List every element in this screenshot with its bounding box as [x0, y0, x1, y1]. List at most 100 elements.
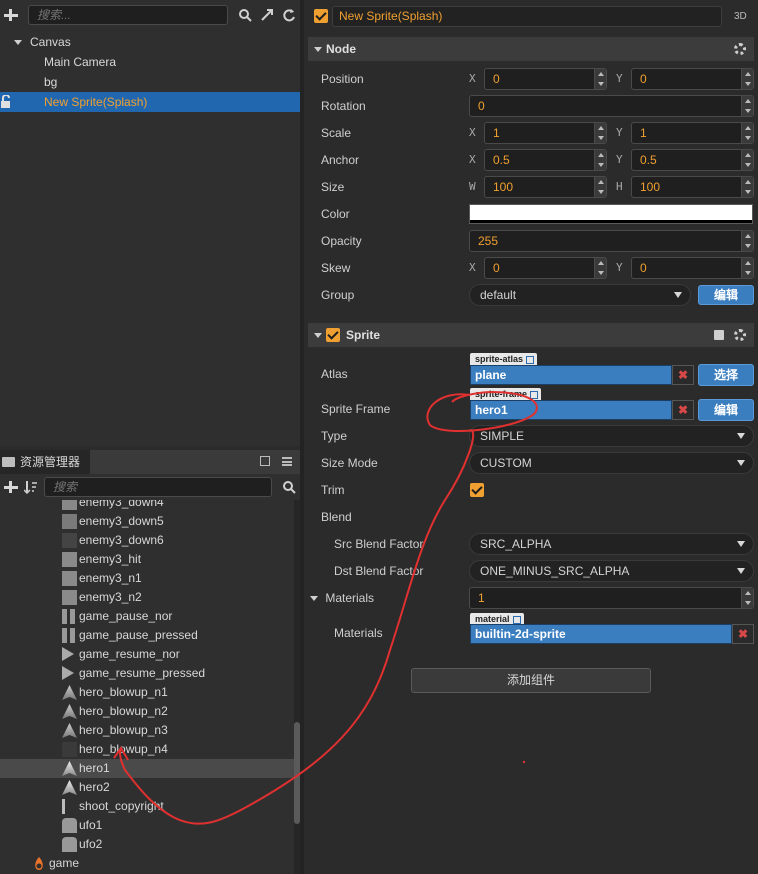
asset-item[interactable]: enemy3_down4	[0, 500, 294, 512]
stepper-icon[interactable]	[741, 177, 753, 197]
size-width-field[interactable]: 100	[484, 176, 607, 198]
scale-x-field[interactable]: 1	[484, 122, 607, 144]
gear-icon[interactable]	[734, 329, 746, 341]
src-blend-dropdown[interactable]: SRC_ALPHA	[469, 533, 754, 555]
skew-y-field[interactable]: 0	[631, 257, 754, 279]
group-edit-button[interactable]: 编辑	[698, 285, 754, 305]
search-icon[interactable]	[282, 480, 296, 494]
tree-node-canvas[interactable]: Canvas	[0, 32, 300, 52]
asset-item[interactable]: game_resume_pressed	[0, 664, 294, 683]
book-icon[interactable]	[714, 330, 724, 340]
asset-item[interactable]: enemy3_hit	[0, 550, 294, 569]
sprite-frame-asset-field[interactable]: hero1	[470, 400, 672, 420]
color-label: Color	[321, 207, 350, 221]
maximize-icon[interactable]	[260, 456, 270, 466]
skew-x-field[interactable]: 0	[484, 257, 607, 279]
unlock-icon[interactable]	[0, 94, 12, 109]
clear-icon[interactable]: ✖	[732, 624, 754, 644]
stepper-icon[interactable]	[594, 69, 606, 89]
refresh-icon[interactable]	[282, 8, 296, 22]
position-x-field[interactable]: 0	[484, 68, 607, 90]
stepper-icon[interactable]	[741, 123, 753, 143]
axis-label: W	[469, 180, 476, 193]
anchor-x-field[interactable]: 0.5	[484, 149, 607, 171]
collapse-caret-icon[interactable]	[314, 332, 322, 338]
search-icon[interactable]	[238, 8, 252, 22]
anchor-y-field[interactable]: 0.5	[631, 149, 754, 171]
size-mode-dropdown[interactable]: CUSTOM	[469, 452, 754, 474]
stepper-icon[interactable]	[594, 258, 606, 278]
trim-checkbox[interactable]	[470, 483, 484, 497]
tree-node-main-camera[interactable]: Main Camera	[0, 52, 300, 72]
rotation-field[interactable]: 0	[469, 95, 754, 117]
tree-node-label: Main Camera	[44, 55, 117, 69]
clear-icon[interactable]: ✖	[672, 365, 694, 385]
asset-item[interactable]: ufo1	[0, 816, 294, 835]
stepper-icon[interactable]	[741, 588, 753, 608]
asset-item[interactable]: hero_blowup_n1	[0, 683, 294, 702]
asset-item[interactable]: game_resume_nor	[0, 645, 294, 664]
asset-item[interactable]: enemy3_n1	[0, 569, 294, 588]
position-y-field[interactable]: 0	[631, 68, 754, 90]
asset-item[interactable]: hero_blowup_n2	[0, 702, 294, 721]
node-name-field[interactable]: New Sprite(Splash)	[332, 6, 722, 27]
tree-node-new-sprite[interactable]: New Sprite(Splash)	[0, 92, 300, 112]
stepper-icon[interactable]	[594, 150, 606, 170]
stepper-icon[interactable]	[594, 177, 606, 197]
asset-item[interactable]: enemy3_n2	[0, 588, 294, 607]
add-asset-icon[interactable]	[4, 480, 18, 494]
dst-blend-dropdown[interactable]: ONE_MINUS_SRC_ALPHA	[469, 560, 754, 582]
asset-item[interactable]: hero2	[0, 778, 294, 797]
asset-item[interactable]: hero_blowup_n3	[0, 721, 294, 740]
play-thumbnail-icon	[62, 647, 74, 661]
materials-count-label[interactable]: Materials	[310, 587, 374, 609]
collapse-icon[interactable]	[260, 8, 274, 22]
stepper-icon[interactable]	[741, 231, 753, 251]
clear-icon[interactable]: ✖	[672, 400, 694, 420]
sprite-frame-edit-button[interactable]: 编辑	[698, 399, 754, 421]
tab-assets[interactable]: 资源管理器	[0, 450, 91, 474]
node-active-checkbox[interactable]	[314, 9, 328, 23]
material-asset-field[interactable]: builtin-2d-sprite	[470, 624, 732, 644]
tree-node-bg[interactable]: bg	[0, 72, 300, 92]
node-section-header[interactable]: Node	[308, 37, 754, 61]
folder-item-game[interactable]: game	[0, 854, 294, 873]
stepper-icon[interactable]	[741, 150, 753, 170]
asset-item[interactable]: game_pause_nor	[0, 607, 294, 626]
stepper-icon[interactable]	[594, 123, 606, 143]
sprite-enabled-checkbox[interactable]	[326, 328, 340, 342]
collapse-caret-icon[interactable]	[314, 46, 322, 52]
asset-item[interactable]: enemy3_down6	[0, 531, 294, 550]
collapse-caret-icon[interactable]	[310, 596, 318, 602]
sprite-thumbnail-icon	[62, 571, 77, 586]
assets-search-input[interactable]	[44, 477, 272, 497]
asset-item[interactable]: enemy3_down5	[0, 512, 294, 531]
sprite-section-header[interactable]: Sprite	[308, 323, 754, 347]
sort-icon[interactable]	[23, 480, 38, 495]
atlas-asset-field[interactable]: plane	[470, 365, 672, 385]
hierarchy-search-input[interactable]	[28, 5, 228, 25]
type-dropdown[interactable]: SIMPLE	[469, 425, 754, 447]
scale-y-field[interactable]: 1	[631, 122, 754, 144]
asset-item-hero1[interactable]: hero1	[0, 759, 294, 778]
add-component-button[interactable]: 添加组件	[411, 668, 651, 693]
asset-item[interactable]: game_pause_pressed	[0, 626, 294, 645]
group-dropdown[interactable]: default	[469, 284, 691, 306]
stepper-icon[interactable]	[741, 69, 753, 89]
asset-item[interactable]: shoot_copyright	[0, 797, 294, 816]
add-node-icon[interactable]	[4, 8, 18, 22]
materials-count-field[interactable]: 1	[469, 587, 754, 609]
color-swatch[interactable]	[469, 204, 753, 224]
menu-icon[interactable]	[282, 457, 292, 466]
3d-toggle[interactable]: 3D	[734, 11, 747, 22]
atlas-select-button[interactable]: 选择	[698, 364, 754, 386]
size-height-field[interactable]: 100	[631, 176, 754, 198]
expand-caret-icon[interactable]	[14, 40, 22, 46]
stepper-icon[interactable]	[741, 258, 753, 278]
src-blend-label: Src Blend Factor	[334, 537, 424, 551]
asset-item[interactable]: ufo2	[0, 835, 294, 854]
opacity-field[interactable]: 255	[469, 230, 754, 252]
gear-icon[interactable]	[734, 43, 746, 55]
stepper-icon[interactable]	[741, 96, 753, 116]
asset-item[interactable]: hero_blowup_n4	[0, 740, 294, 759]
